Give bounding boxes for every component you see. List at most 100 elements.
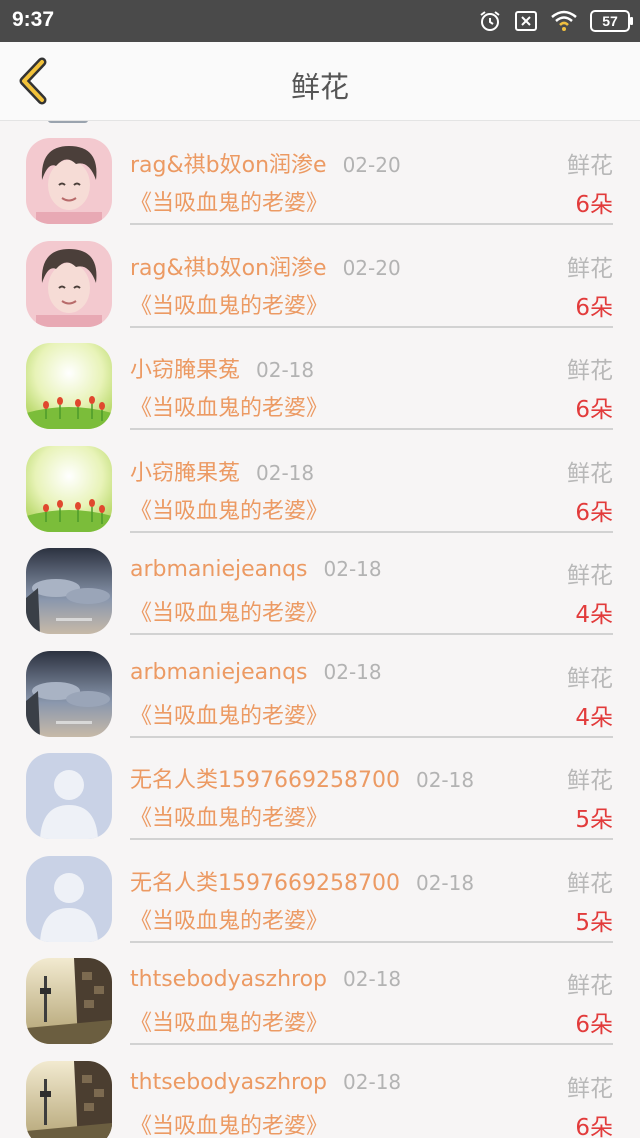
status-bar: 9:37 57 [0,0,640,42]
list-item[interactable]: arbmaniejeanqs 02-18 《当吸血鬼的老婆》 鲜花 4朵 [0,531,640,635]
user-name[interactable]: thtsebodyaszhrop 02-18 [130,967,401,992]
list-item-content: thtsebodyaszhrop 02-18 《当吸血鬼的老婆》 鲜花 6朵 [130,1044,613,1138]
gift-date: 02-20 [342,153,401,177]
gift-type: 鲜花 [567,153,613,179]
user-name[interactable]: thtsebodyaszhrop 02-18 [130,1070,401,1095]
list-item-content: rag&祺b奴on润渗e 02-20 《当吸血鬼的老婆》 鲜花 6朵 [130,121,613,225]
gift-type: 鲜花 [567,358,613,384]
gift-type: 鲜花 [567,973,613,999]
street-scene-avatar[interactable] [26,958,112,1044]
list-item-content: 小窃腌果菟 02-18 《当吸血鬼的老婆》 鲜花 6朵 [130,326,613,430]
status-icons: 57 [478,8,633,34]
page-title: 鲜花 [290,70,349,104]
user-name-text: rag&祺b奴on润渗e [130,153,327,178]
book-title[interactable]: 《当吸血鬼的老婆》 [130,698,328,730]
list-item[interactable]: thtsebodyaszhrop 02-18 《当吸血鬼的老婆》 鲜花 6朵 [0,1044,640,1138]
gift-type: 鲜花 [567,665,613,692]
gift-date: 02-18 [323,557,382,581]
battery-icon: 57 [590,10,633,32]
list-item[interactable]: rag&祺b奴on润渗e 02-20 《当吸血鬼的老婆》 鲜花 6朵 [0,224,640,328]
gift-count: 5朵 [575,807,613,833]
list-item-content: 无名人类1597669258700 02-18 《当吸血鬼的老婆》 鲜花 5朵 [130,736,613,840]
gift-count: 6朵 [575,499,613,526]
user-name-text: rag&祺b奴on润渗e [130,255,327,281]
user-name[interactable]: arbmaniejeanqs 02-18 [130,557,382,582]
gift-count: 6朵 [575,1012,613,1038]
book-title[interactable]: 《当吸血鬼的老婆》 [130,493,328,525]
user-name[interactable]: 小窃腌果菟 02-18 [130,455,314,487]
user-name[interactable]: rag&祺b奴on润渗e 02-20 [130,147,401,179]
list-item[interactable]: 小窃腌果菟 02-18 《当吸血鬼的老婆》 鲜花 6朵 [0,429,640,533]
gift-count: 6朵 [575,397,613,423]
list-item[interactable]: 无名人类1597669258700 02-18 《当吸血鬼的老婆》 鲜花 5朵 [0,839,640,943]
default-person-avatar[interactable] [26,753,112,839]
status-time: 9:37 [12,8,55,31]
gift-count: 4朵 [575,602,613,628]
user-name-text: 无名人类1597669258700 [130,870,400,896]
book-title[interactable]: 《当吸血鬼的老婆》 [130,185,328,217]
book-title[interactable]: 《当吸血鬼的老婆》 [130,800,328,832]
list-item-content: thtsebodyaszhrop 02-18 《当吸血鬼的老婆》 鲜花 6朵 [130,941,613,1045]
list-item-content: arbmaniejeanqs 02-18 《当吸血鬼的老婆》 鲜花 4朵 [130,531,613,635]
gift-date: 02-18 [415,870,475,895]
anime-boy-avatar[interactable] [26,240,112,327]
user-name[interactable]: 无名人类1597669258700 02-18 [130,865,474,897]
user-name-text: thtsebodyaszhrop [130,967,328,992]
list-item-content: arbmaniejeanqs 02-18 《当吸血鬼的老婆》 鲜花 4朵 [130,634,613,738]
gift-date: 02-18 [343,1069,402,1094]
book-title[interactable]: 《当吸血鬼的老婆》 [130,1005,328,1037]
gift-count: 6朵 [575,1114,613,1138]
user-name[interactable]: 小窃腌果菟 02-18 [130,352,314,384]
user-name[interactable]: 无名人类1597669258700 02-18 [130,762,474,794]
sim-disabled-icon [515,11,537,31]
cloudy-sky-avatar[interactable] [26,650,112,737]
gift-list: rag&祺b奴on润渗e 02-20 《当吸血鬼的老婆》 鲜花 6朵 rag&祺b… [0,121,640,1138]
tulip-field-avatar[interactable] [26,343,112,429]
gift-date: 02-18 [256,358,315,382]
list-item[interactable]: 无名人类1597669258700 02-18 《当吸血鬼的老婆》 鲜花 5朵 [0,736,640,840]
book-title[interactable]: 《当吸血鬼的老婆》 [130,595,328,627]
list-item[interactable]: arbmaniejeanqs 02-18 《当吸血鬼的老婆》 鲜花 4朵 [0,634,640,738]
gift-date: 02-18 [415,768,475,792]
tulip-field-avatar[interactable] [26,445,112,532]
gift-type: 鲜花 [567,1075,613,1102]
gift-date: 02-18 [323,659,382,684]
book-title[interactable]: 《当吸血鬼的老婆》 [130,903,328,935]
list-item[interactable]: 小窃腌果菟 02-18 《当吸血鬼的老婆》 鲜花 6朵 [0,326,640,430]
list-item-content: 无名人类1597669258700 02-18 《当吸血鬼的老婆》 鲜花 5朵 [130,839,613,943]
default-person-avatar[interactable] [26,855,112,942]
gift-type: 鲜花 [567,460,613,487]
gift-count: 4朵 [575,704,613,731]
user-name-text: 无名人类1597669258700 [130,768,400,793]
gift-count: 6朵 [575,192,613,218]
gift-date: 02-20 [342,255,401,280]
list-item-content: 小窃腌果菟 02-18 《当吸血鬼的老婆》 鲜花 6朵 [130,429,613,533]
gift-count: 6朵 [575,294,613,321]
wifi-icon [551,10,577,31]
gift-type: 鲜花 [567,255,613,282]
user-name-text: arbmaniejeanqs [130,659,308,685]
alarm-icon [480,11,500,31]
user-name-text: arbmaniejeanqs [130,557,308,582]
street-scene-avatar[interactable] [26,1060,112,1138]
list-item[interactable]: rag&祺b奴on润渗e 02-20 《当吸血鬼的老婆》 鲜花 6朵 [0,121,640,225]
book-title[interactable]: 《当吸血鬼的老婆》 [130,288,328,320]
gift-count: 5朵 [575,909,613,936]
user-name-text: 小窃腌果菟 [130,460,241,486]
gift-type: 鲜花 [567,870,613,897]
book-title[interactable]: 《当吸血鬼的老婆》 [130,390,328,422]
anime-boy-avatar[interactable] [26,138,112,224]
gift-date: 02-18 [343,967,402,991]
user-name[interactable]: arbmaniejeanqs 02-18 [130,660,382,685]
book-title[interactable]: 《当吸血鬼的老婆》 [130,1108,328,1138]
gift-type: 鲜花 [567,563,613,589]
gift-date: 02-18 [256,460,315,485]
user-name[interactable]: rag&祺b奴on润渗e 02-20 [130,250,401,282]
header-bar: 鲜花 [0,42,640,121]
user-name-text: thtsebodyaszhrop [130,1069,328,1095]
list-item-content: rag&祺b奴on润渗e 02-20 《当吸血鬼的老婆》 鲜花 6朵 [130,224,613,328]
list-item[interactable]: thtsebodyaszhrop 02-18 《当吸血鬼的老婆》 鲜花 6朵 [0,941,640,1045]
gift-type: 鲜花 [567,768,613,794]
user-name-text: 小窃腌果菟 [130,358,241,383]
cloudy-sky-avatar[interactable] [26,548,112,634]
